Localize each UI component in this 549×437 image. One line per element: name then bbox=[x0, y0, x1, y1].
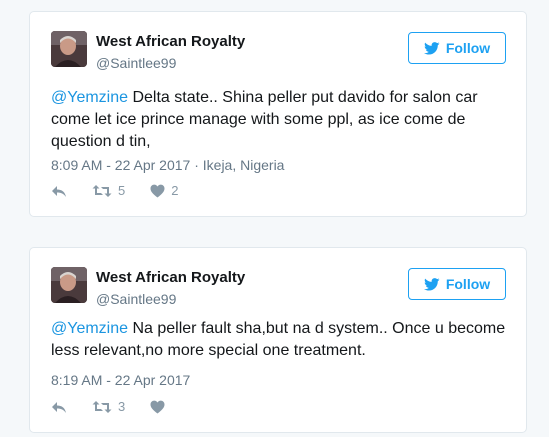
heart-icon bbox=[150, 184, 165, 198]
bird-icon bbox=[423, 41, 440, 55]
author-handle[interactable]: @Saintlee99 bbox=[96, 290, 245, 308]
author[interactable]: West African Royalty @Saintlee99 bbox=[96, 269, 245, 308]
tweet-actions: 5 2 bbox=[51, 183, 203, 198]
follow-button[interactable]: Follow bbox=[408, 32, 506, 64]
retweet-button[interactable]: 5 bbox=[92, 183, 125, 198]
tweet-meta: 8:09 AM - 22 Apr 2017 · Ikeja, Nigeria bbox=[51, 156, 284, 174]
timestamp[interactable]: 8:09 AM - 22 Apr 2017 bbox=[51, 157, 190, 173]
author-handle[interactable]: @Saintlee99 bbox=[96, 54, 245, 72]
author[interactable]: West African Royalty @Saintlee99 bbox=[96, 33, 245, 72]
reply-icon bbox=[52, 185, 66, 197]
avatar[interactable] bbox=[51, 267, 87, 303]
tweet-text: @Yemzine Delta state.. Shina peller put … bbox=[51, 87, 506, 153]
follow-label: Follow bbox=[445, 40, 491, 56]
bird-icon bbox=[423, 277, 440, 291]
follow-button[interactable]: Follow bbox=[408, 268, 506, 300]
reply-button[interactable] bbox=[51, 184, 67, 198]
retweet-icon bbox=[92, 184, 112, 197]
mention-link[interactable]: @Yemzine bbox=[51, 320, 128, 337]
retweet-button[interactable]: 3 bbox=[92, 399, 125, 414]
heart-icon bbox=[150, 400, 165, 414]
tweet-meta: 8:19 AM - 22 Apr 2017 bbox=[51, 371, 190, 389]
retweet-count: 5 bbox=[118, 183, 126, 198]
tweet-actions: 3 bbox=[51, 399, 190, 414]
follow-label: Follow bbox=[445, 276, 491, 292]
timestamp[interactable]: 8:19 AM - 22 Apr 2017 bbox=[51, 372, 190, 388]
retweet-icon bbox=[92, 400, 112, 413]
author-name[interactable]: West African Royalty bbox=[96, 269, 245, 287]
reply-icon bbox=[52, 401, 66, 413]
like-button[interactable]: 2 bbox=[150, 183, 178, 198]
like-count: 2 bbox=[171, 183, 179, 198]
tweet-text: @Yemzine Na peller fault sha,but na d sy… bbox=[51, 318, 506, 362]
mention-link[interactable]: @Yemzine bbox=[51, 89, 128, 106]
avatar[interactable] bbox=[51, 31, 87, 67]
author-name[interactable]: West African Royalty bbox=[96, 33, 245, 51]
tweet-card: West African Royalty @Saintlee99 Follow … bbox=[29, 11, 527, 217]
like-button[interactable] bbox=[150, 400, 165, 414]
tweet-card: West African Royalty @Saintlee99 Follow … bbox=[29, 247, 527, 433]
retweet-count: 3 bbox=[118, 399, 126, 414]
reply-button[interactable] bbox=[51, 400, 67, 414]
location[interactable]: · Ikeja, Nigeria bbox=[190, 157, 284, 173]
